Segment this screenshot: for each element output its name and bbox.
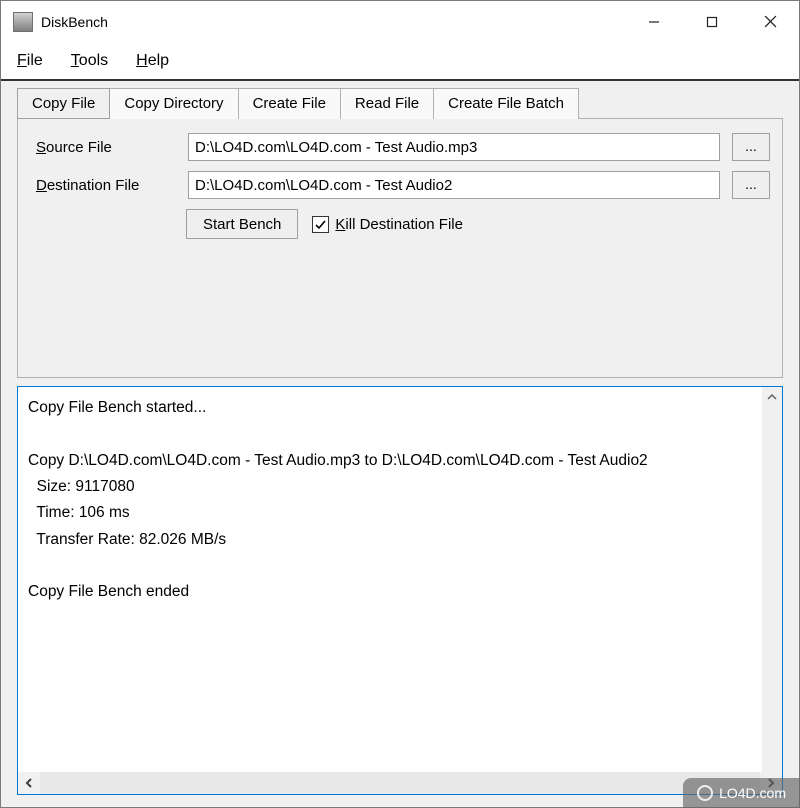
tab-create-file[interactable]: Create File xyxy=(238,88,341,119)
menu-tools[interactable]: Tools xyxy=(71,52,108,70)
tab-read-file[interactable]: Read File xyxy=(340,88,434,119)
scroll-left-icon[interactable] xyxy=(18,772,40,794)
minimize-button[interactable] xyxy=(625,1,683,42)
action-row: Start Bench Kill Destination File xyxy=(186,209,770,239)
source-browse-button[interactable]: ... xyxy=(732,133,770,161)
window-controls xyxy=(625,1,799,42)
destination-file-label: Destination File xyxy=(36,177,176,194)
tab-container: Copy File Copy Directory Create File Rea… xyxy=(17,87,783,378)
maximize-button[interactable] xyxy=(683,1,741,42)
scroll-up-icon[interactable] xyxy=(762,387,782,407)
scroll-track[interactable] xyxy=(40,772,760,794)
tab-create-file-batch[interactable]: Create File Batch xyxy=(433,88,579,119)
vertical-scrollbar[interactable] xyxy=(762,387,782,772)
tab-copy-directory[interactable]: Copy Directory xyxy=(109,88,238,119)
close-button[interactable] xyxy=(741,1,799,42)
window-title: DiskBench xyxy=(41,14,625,30)
kill-destination-label: Kill Destination File xyxy=(335,216,463,233)
destination-browse-button[interactable]: ... xyxy=(732,171,770,199)
menu-file[interactable]: File xyxy=(17,52,43,70)
tabstrip: Copy File Copy Directory Create File Rea… xyxy=(17,88,783,119)
content-area: Copy File Copy Directory Create File Rea… xyxy=(1,81,799,807)
tab-copy-file[interactable]: Copy File xyxy=(17,88,110,119)
tab-panel-copy-file: Source File ... Destination File ... Sta… xyxy=(17,118,783,378)
horizontal-scrollbar[interactable] xyxy=(18,772,782,794)
kill-destination-checkbox[interactable]: Kill Destination File xyxy=(312,216,463,233)
app-window: DiskBench File Tools Help Copy File Copy… xyxy=(0,0,800,808)
menu-help[interactable]: Help xyxy=(136,52,169,70)
app-icon xyxy=(13,12,33,32)
destination-file-input[interactable] xyxy=(188,171,720,199)
watermark: LO4D.com xyxy=(683,778,800,808)
watermark-text: LO4D.com xyxy=(719,785,786,801)
watermark-icon xyxy=(697,785,713,801)
source-row: Source File ... xyxy=(36,133,770,161)
log-area: Copy File Bench started... Copy D:\LO4D.… xyxy=(17,386,783,795)
log-text[interactable]: Copy File Bench started... Copy D:\LO4D.… xyxy=(18,387,782,772)
titlebar: DiskBench xyxy=(1,1,799,43)
checkbox-icon xyxy=(312,216,329,233)
menubar: File Tools Help xyxy=(1,43,799,81)
start-bench-button[interactable]: Start Bench xyxy=(186,209,298,239)
source-file-input[interactable] xyxy=(188,133,720,161)
source-file-label: Source File xyxy=(36,139,176,156)
dest-row: Destination File ... xyxy=(36,171,770,199)
